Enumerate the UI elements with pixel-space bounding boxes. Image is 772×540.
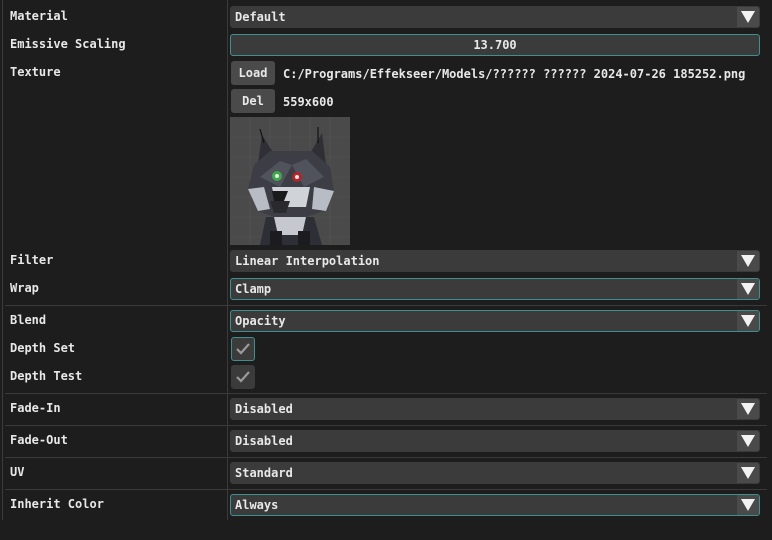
fade-out-dropdown[interactable]: Disabled — [230, 430, 760, 452]
chevron-down-icon[interactable] — [737, 251, 759, 271]
depth-set-label: Depth Set — [10, 341, 76, 355]
material-dropdown[interactable]: Default — [230, 6, 760, 28]
chevron-down-icon[interactable] — [737, 463, 759, 483]
panel-border — [2, 0, 3, 520]
divider — [5, 425, 767, 426]
fade-out-value: Disabled — [235, 434, 293, 448]
wrap-dropdown[interactable]: Clamp — [230, 278, 760, 300]
texture-size: 559x600 — [283, 95, 334, 109]
inherit-color-dropdown[interactable]: Always — [230, 494, 760, 516]
depth-test-checkbox[interactable] — [231, 365, 255, 389]
uv-value: Standard — [235, 466, 293, 480]
emissive-scaling-label: Emissive Scaling — [10, 37, 126, 51]
wrap-label: Wrap — [10, 281, 39, 295]
chevron-down-icon[interactable] — [737, 311, 759, 331]
chevron-down-icon[interactable] — [737, 7, 759, 27]
depth-set-checkbox[interactable] — [231, 337, 255, 361]
emissive-scaling-input[interactable]: 13.700 — [230, 34, 760, 56]
delete-button[interactable]: Del — [231, 89, 275, 113]
fade-in-label: Fade-In — [10, 401, 61, 415]
fade-in-value: Disabled — [235, 402, 293, 416]
fade-out-label: Fade-Out — [10, 433, 68, 447]
load-button[interactable]: Load — [231, 61, 275, 85]
wrap-value: Clamp — [235, 282, 272, 296]
column-separator — [227, 0, 228, 520]
uv-label: UV — [10, 465, 25, 479]
filter-value: Linear Interpolation — [235, 254, 380, 268]
chevron-down-icon[interactable] — [737, 279, 759, 299]
filter-label: Filter — [10, 253, 54, 267]
fade-in-dropdown[interactable]: Disabled — [230, 398, 760, 420]
divider — [5, 489, 767, 490]
wolf-texture-thumbnail-icon — [230, 117, 350, 245]
divider — [5, 457, 767, 458]
blend-value: Opacity — [235, 314, 286, 328]
blend-dropdown[interactable]: Opacity — [230, 310, 760, 332]
chevron-down-icon[interactable] — [737, 495, 759, 515]
divider — [5, 305, 767, 306]
inherit-color-value: Always — [235, 498, 279, 512]
emissive-scaling-value: 13.700 — [473, 38, 517, 52]
material-label: Material — [10, 9, 68, 23]
chevron-down-icon[interactable] — [737, 431, 759, 451]
material-value: Default — [235, 10, 286, 24]
blend-label: Blend — [10, 313, 47, 327]
divider — [5, 393, 767, 394]
texture-label: Texture — [10, 65, 61, 79]
depth-test-label: Depth Test — [10, 369, 83, 383]
checkmark-icon — [236, 343, 250, 355]
texture-path: C:/Programs/Effekseer/Models/?????? ????… — [283, 67, 746, 81]
chevron-down-icon[interactable] — [737, 399, 759, 419]
checkmark-icon — [236, 371, 250, 383]
inherit-color-label: Inherit Color — [10, 497, 104, 511]
uv-dropdown[interactable]: Standard — [230, 462, 760, 484]
texture-thumbnail — [230, 117, 350, 245]
filter-dropdown[interactable]: Linear Interpolation — [230, 250, 760, 272]
